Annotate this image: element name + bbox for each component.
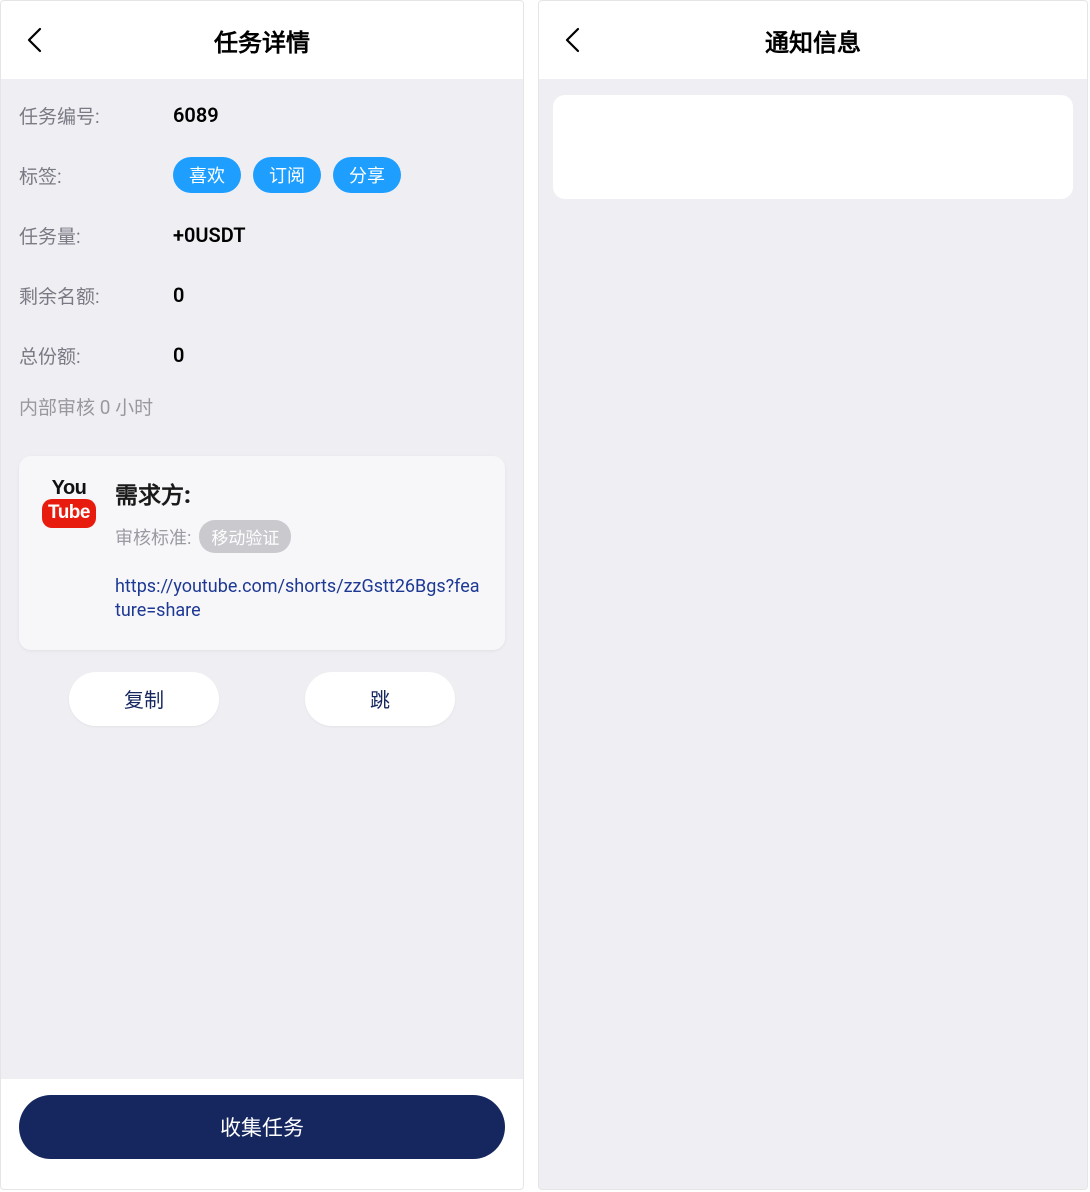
audit-standard-label: 审核标准: (115, 524, 191, 550)
collect-task-button[interactable]: 收集任务 (19, 1095, 505, 1159)
tag-like[interactable]: 喜欢 (173, 157, 241, 193)
task-number-row: 任务编号: 6089 (19, 85, 505, 145)
content-area (539, 79, 1087, 1189)
back-button[interactable] (557, 25, 587, 55)
back-button[interactable] (19, 25, 49, 55)
tag-share[interactable]: 分享 (333, 157, 401, 193)
remaining-value: 0 (173, 283, 184, 307)
tags-wrap: 喜欢 订阅 分享 (173, 157, 401, 193)
requester-card: You Tube 需求方: 审核标准: 移动验证 https://youtube… (19, 456, 505, 650)
audit-standard-pill: 移动验证 (199, 520, 291, 553)
detail-list: 任务编号: 6089 标签: 喜欢 订阅 分享 任务量: +0USDT 剩余名额… (1, 79, 523, 456)
requester-title: 需求方: (115, 476, 485, 510)
header: 任务详情 (1, 1, 523, 79)
youtube-icon: You Tube (39, 476, 99, 624)
action-row: 复制 跳 (1, 650, 523, 726)
task-number-label: 任务编号: (19, 102, 173, 129)
youtube-logo-top: You (52, 478, 87, 498)
youtube-logo-box: Tube (42, 499, 96, 528)
amount-value: +0USDT (173, 223, 246, 247)
total-value: 0 (173, 343, 184, 367)
requester-body: 需求方: 审核标准: 移动验证 https://youtube.com/shor… (115, 476, 485, 624)
jump-button[interactable]: 跳 (305, 672, 455, 726)
chevron-left-icon (564, 27, 580, 53)
page-title: 通知信息 (765, 23, 861, 58)
amount-row: 任务量: +0USDT (19, 205, 505, 265)
remaining-label: 剩余名额: (19, 282, 173, 309)
tag-subscribe[interactable]: 订阅 (253, 157, 321, 193)
remaining-row: 剩余名额: 0 (19, 265, 505, 325)
copy-button[interactable]: 复制 (69, 672, 219, 726)
tags-row: 标签: 喜欢 订阅 分享 (19, 145, 505, 205)
audit-text: 内部审核 0 小时 (19, 385, 505, 446)
task-number-value: 6089 (173, 103, 219, 127)
page-title: 任务详情 (214, 23, 310, 58)
content-area: 任务编号: 6089 标签: 喜欢 订阅 分享 任务量: +0USDT 剩余名额… (1, 79, 523, 1079)
footer: 收集任务 (1, 1079, 523, 1189)
total-row: 总份额: 0 (19, 325, 505, 385)
notification-panel: 通知信息 (538, 0, 1088, 1190)
total-label: 总份额: (19, 342, 173, 369)
task-detail-panel: 任务详情 任务编号: 6089 标签: 喜欢 订阅 分享 任务量: +0USDT (0, 0, 524, 1190)
task-url[interactable]: https://youtube.com/shorts/zzGstt26Bgs?f… (115, 575, 485, 624)
chevron-left-icon (26, 27, 42, 53)
audit-standard-row: 审核标准: 移动验证 (115, 520, 485, 553)
amount-label: 任务量: (19, 222, 173, 249)
tags-label: 标签: (19, 162, 173, 189)
header: 通知信息 (539, 1, 1087, 79)
notification-card[interactable] (553, 95, 1073, 199)
